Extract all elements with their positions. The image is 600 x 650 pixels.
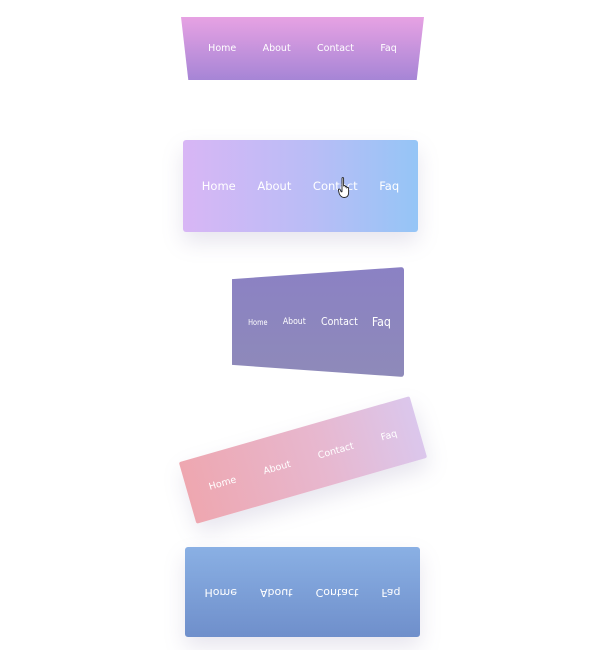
nav-link-contact[interactable]: Contact — [321, 316, 358, 328]
nav-link-about[interactable]: About — [257, 179, 291, 193]
nav-link-about[interactable]: About — [262, 458, 292, 476]
hand-pointer-icon — [338, 177, 350, 198]
nav-link-home[interactable]: Home — [248, 318, 267, 327]
nav-link-faq[interactable]: Faq — [380, 43, 396, 54]
nav-menu-flipped: Home About Contact Faq — [185, 547, 420, 637]
nav-link-about[interactable]: About — [283, 317, 306, 327]
nav-link-about[interactable]: About — [263, 43, 291, 54]
nav-link-home[interactable]: Home — [208, 474, 238, 492]
nav-link-home[interactable]: Home — [202, 179, 236, 193]
nav-link-contact[interactable]: Contact — [317, 43, 354, 54]
nav-link-faq[interactable]: Faq — [380, 428, 399, 443]
nav-link-faq[interactable]: Faq — [372, 315, 391, 329]
nav-link-home[interactable]: Home — [208, 43, 236, 54]
nav-link-faq[interactable]: Faq — [379, 179, 399, 193]
nav-menu-trapezoid: Home About Contact Faq — [181, 17, 424, 80]
nav-link-contact[interactable]: Contact — [313, 179, 358, 193]
nav-link-faq[interactable]: Faq — [381, 586, 400, 599]
nav-menu-perspective: Home About Contact Faq — [232, 267, 404, 377]
nav-link-contact[interactable]: Contact — [317, 440, 356, 461]
nav-menu-rotated: Home About Contact Faq — [178, 396, 428, 524]
nav-link-about[interactable]: About — [260, 586, 293, 599]
nav-link-contact[interactable]: Contact — [316, 586, 359, 599]
nav-link-home[interactable]: Home — [205, 586, 237, 599]
nav-menu-gradient: Home About Contact Faq — [183, 140, 418, 232]
